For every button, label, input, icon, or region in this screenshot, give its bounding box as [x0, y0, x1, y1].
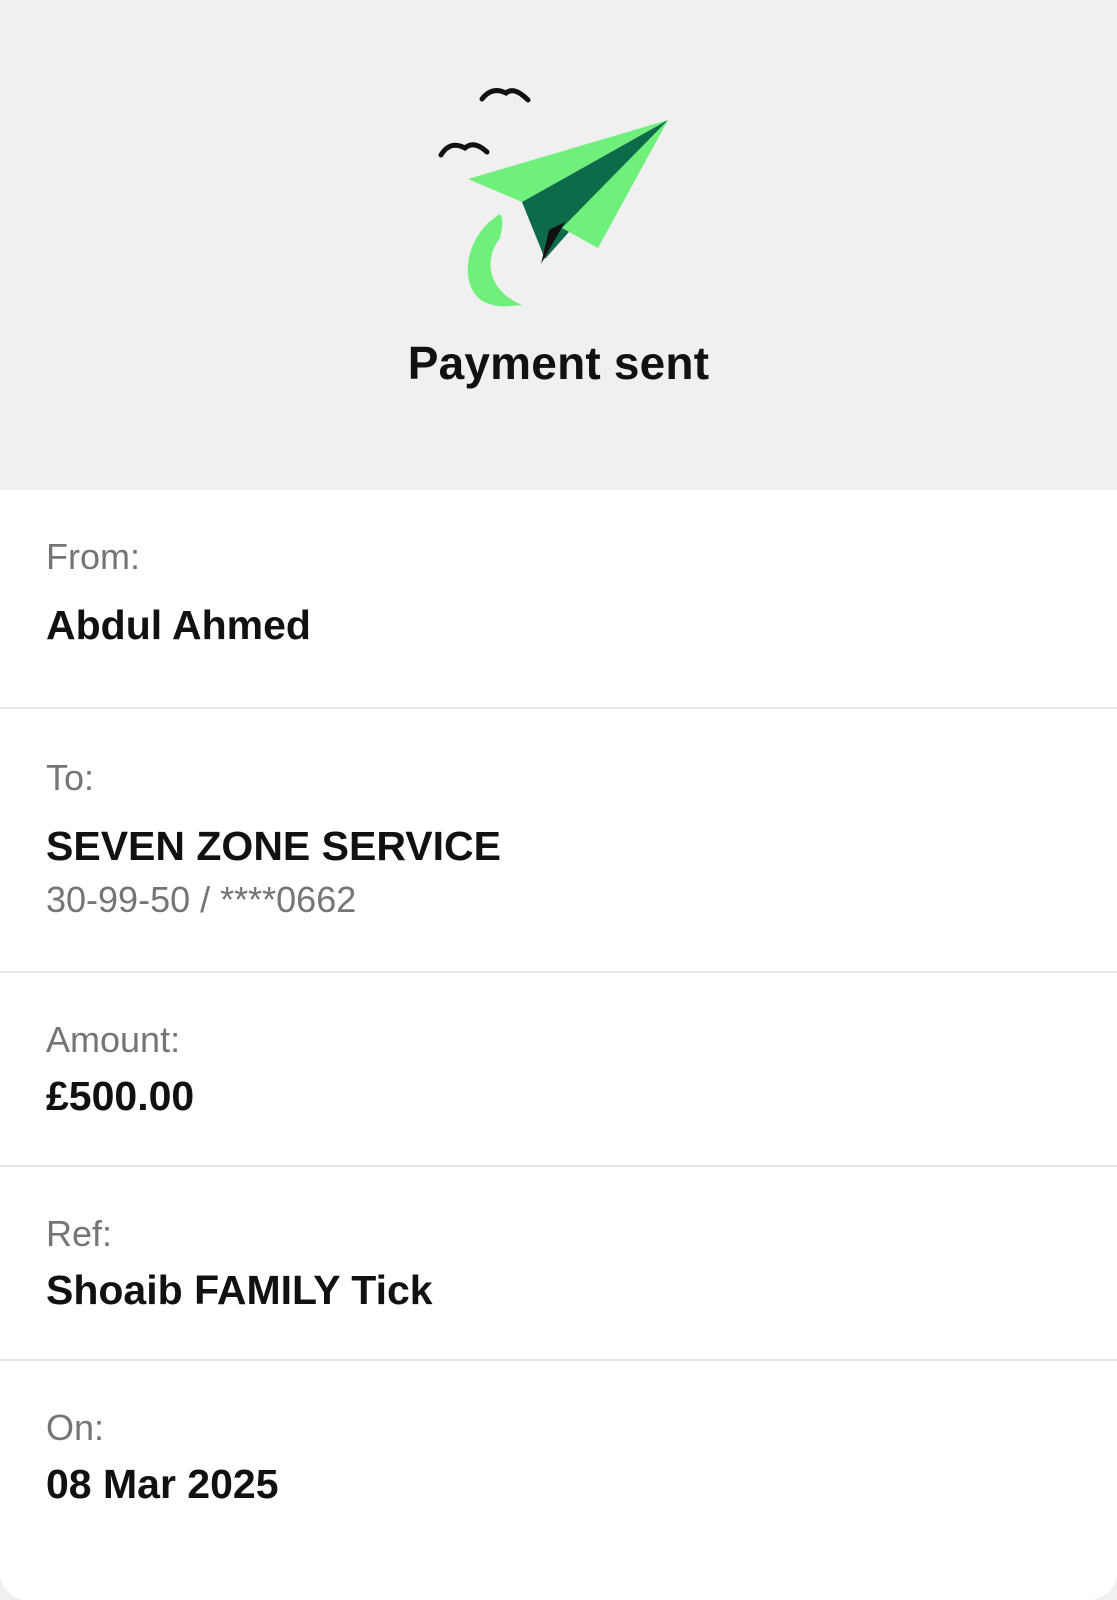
to-row: To: SEVEN ZONE SERVICE 30-99-50 / ****06… [0, 709, 1117, 973]
amount-row: Amount: £500.00 [0, 973, 1117, 1167]
date-value: 08 Mar 2025 [46, 1461, 279, 1507]
bird-icon [438, 142, 490, 158]
confirmation-header: Payment sent [0, 0, 1117, 490]
payment-details-card: From: Abdul Ahmed To: SEVEN ZONE SERVICE… [0, 490, 1117, 1600]
bird-icon [479, 88, 531, 103]
date-label: On: [46, 1407, 105, 1448]
trail-swoosh [467, 214, 522, 307]
from-row: From: Abdul Ahmed [0, 490, 1117, 709]
date-row: On: 08 Mar 2025 [0, 1361, 1117, 1600]
to-value: SEVEN ZONE SERVICE [46, 823, 501, 869]
ref-row: Ref: Shoaib FAMILY Tick [0, 1167, 1117, 1361]
to-label: To: [46, 757, 95, 798]
amount-value: £500.00 [46, 1073, 195, 1119]
amount-label: Amount: [46, 1019, 181, 1060]
from-value: Abdul Ahmed [46, 602, 311, 648]
payment-confirmation-screen: Payment sent From: Abdul Ahmed To: SEVEN… [0, 0, 1117, 1600]
paper-plane-icon [438, 88, 668, 307]
ref-value: Shoaib FAMILY Tick [46, 1267, 433, 1313]
page-title: Payment sent [407, 337, 710, 389]
from-label: From: [46, 536, 140, 577]
ref-label: Ref: [46, 1213, 113, 1254]
account-number: 30-99-50 / ****0662 [46, 879, 357, 920]
